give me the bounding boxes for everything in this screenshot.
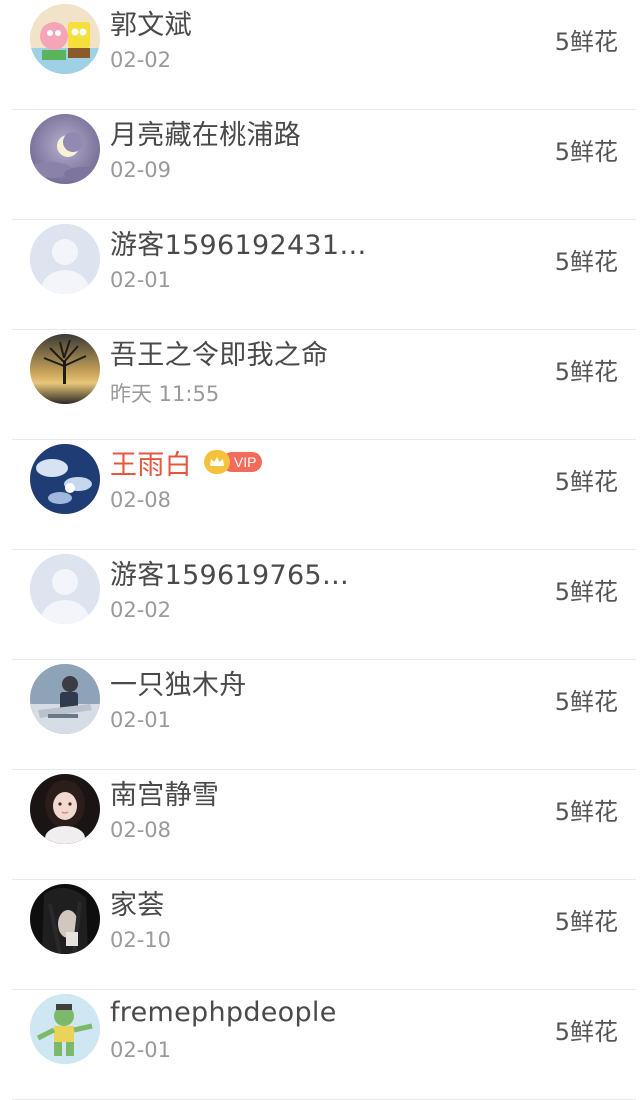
list-item[interactable]: 游客159619765… 02-02 5鲜花 — [0, 550, 640, 660]
moon-night-avatar-icon[interactable] — [30, 114, 100, 184]
list-item[interactable]: 郭文斌 02-02 5鲜花 — [0, 0, 640, 110]
user-name[interactable]: fremephpdeople — [110, 997, 337, 1028]
reward-amount: 5鲜花 — [554, 468, 618, 496]
reward-date: 02-02 — [110, 48, 172, 72]
cartoon-friends-avatar-icon[interactable] — [30, 4, 100, 74]
list-item[interactable]: fremephpdeople 02-01 5鲜花 — [0, 990, 640, 1100]
reward-amount: 5鲜花 — [554, 358, 618, 386]
user-name[interactable]: 月亮藏在桃浦路 — [110, 113, 301, 152]
reward-date: 02-09 — [110, 158, 172, 182]
user-name[interactable]: 游客1596192431… — [110, 223, 367, 262]
list-item[interactable]: 一只独木舟 02-01 5鲜花 — [0, 660, 640, 770]
user-name[interactable]: 王雨白 — [110, 443, 192, 482]
reward-date: 02-08 — [110, 818, 172, 842]
reward-date: 02-10 — [110, 928, 172, 952]
reward-date: 昨天 11:55 — [110, 382, 220, 406]
user-name[interactable]: 南宫静雪 — [110, 773, 219, 812]
blue-sky-avatar-icon[interactable] — [30, 444, 100, 514]
reward-amount: 5鲜花 — [554, 688, 618, 716]
vip-badge: VIP — [203, 450, 263, 474]
cartoon-character-avatar-icon[interactable] — [30, 994, 100, 1064]
default-user-avatar-icon[interactable] — [30, 554, 100, 624]
reward-amount: 5鲜花 — [554, 908, 618, 936]
reward-amount: 5鲜花 — [554, 138, 618, 166]
girl-portrait-avatar-icon[interactable] — [30, 774, 100, 844]
reward-date: 02-02 — [110, 598, 172, 622]
reward-amount: 5鲜花 — [554, 578, 618, 606]
reward-amount: 5鲜花 — [554, 1018, 618, 1046]
user-name[interactable]: 吾王之令即我之命 — [110, 333, 328, 372]
reward-amount: 5鲜花 — [554, 798, 618, 826]
user-name[interactable]: 游客159619765… — [110, 553, 349, 592]
user-name[interactable]: 家荟 — [110, 883, 165, 922]
list-item[interactable]: 家荟 02-10 5鲜花 — [0, 880, 640, 990]
list-item[interactable]: 吾王之令即我之命 昨天 11:55 5鲜花 — [0, 330, 640, 440]
reward-amount: 5鲜花 — [554, 28, 618, 56]
person-photo-avatar-icon[interactable] — [30, 664, 100, 734]
list-item[interactable]: 游客1596192431… 02-01 5鲜花 — [0, 220, 640, 330]
reward-amount: 5鲜花 — [554, 248, 618, 276]
default-user-avatar-icon[interactable] — [30, 224, 100, 294]
list-item[interactable]: 王雨白 VIP 02-08 5鲜花 — [0, 440, 640, 550]
reward-date: 02-01 — [110, 268, 172, 292]
crown-icon — [203, 450, 230, 474]
reward-date: 02-01 — [110, 708, 172, 732]
reward-date: 02-08 — [110, 488, 172, 512]
user-name[interactable]: 一只独木舟 — [110, 663, 247, 702]
user-name[interactable]: 郭文斌 — [110, 3, 192, 42]
tree-sunset-avatar-icon[interactable] — [30, 334, 100, 404]
reward-date: 02-01 — [110, 1038, 172, 1062]
list-item[interactable]: 月亮藏在桃浦路 02-09 5鲜花 — [0, 110, 640, 220]
dark-hair-avatar-icon[interactable] — [30, 884, 100, 954]
list-item[interactable]: 南宫静雪 02-08 5鲜花 — [0, 770, 640, 880]
supporter-list: 郭文斌 02-02 5鲜花 月亮藏在桃浦路 02-09 5鲜花 游客159619… — [0, 0, 640, 1100]
